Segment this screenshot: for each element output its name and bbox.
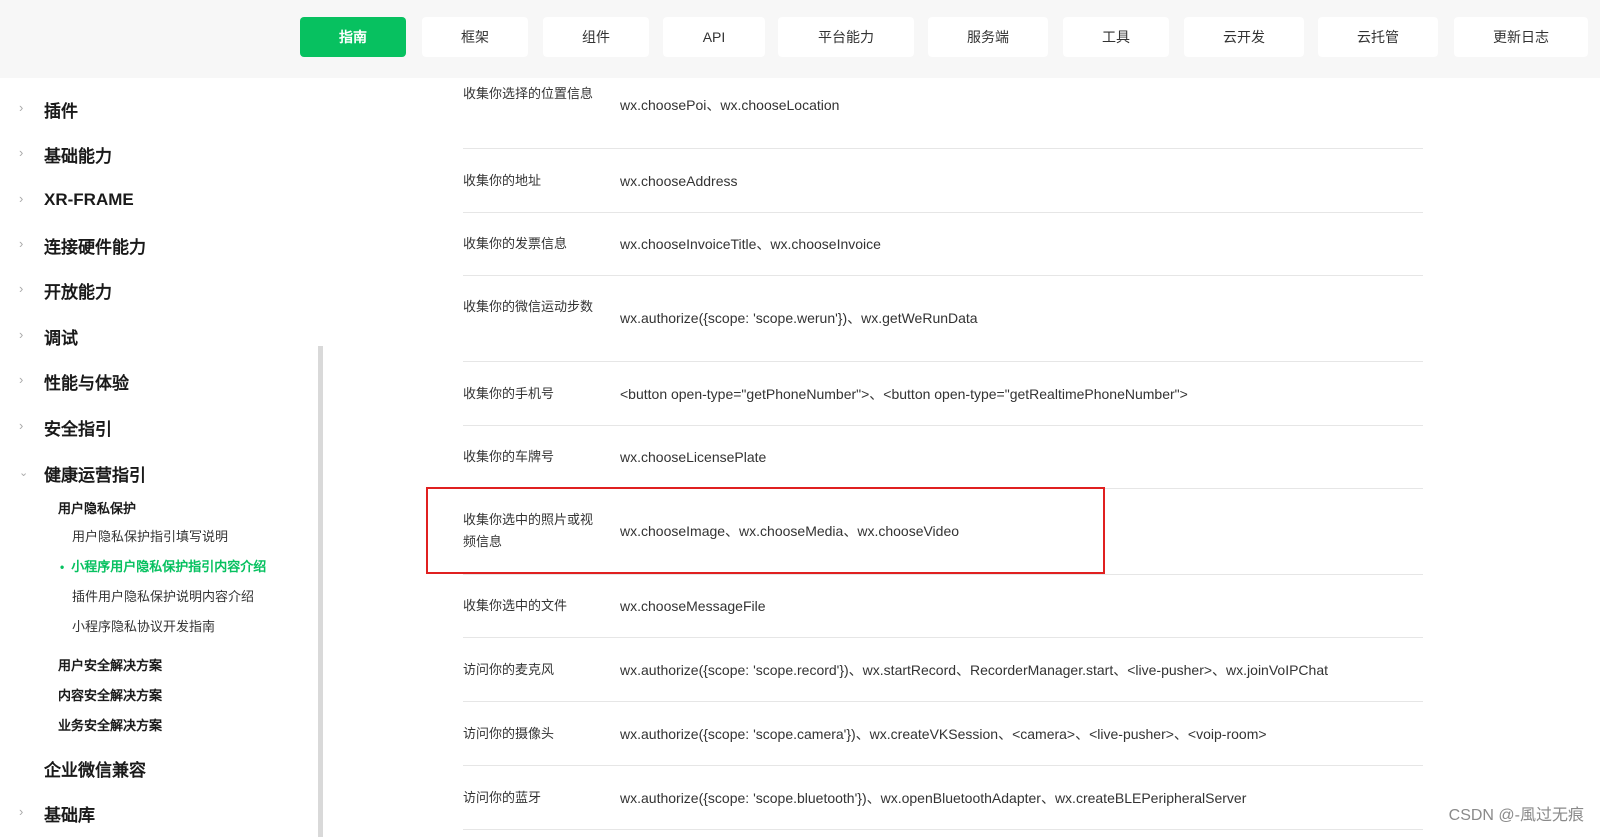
table-cell-scope: 收集你选择的位置信息: [463, 86, 594, 101]
tab-framework[interactable]: 框架: [422, 17, 528, 57]
sidebar: › 插件 › 基础能力 › XR-FRAME › 连接硬件能力 › 开放能力 ›…: [0, 78, 320, 837]
table-cell-scope: 收集你选中的文件: [463, 598, 568, 613]
table-row: 收集你选中的文件 wx.chooseMessageFile: [463, 575, 1423, 638]
sidebar-group-user-security[interactable]: 用户安全解决方案: [58, 655, 162, 674]
table-cell-apis: wx.chooseLicensePlate: [620, 449, 767, 465]
table-row: 收集你选中的照片或视频信息 wx.chooseImage、wx.chooseMe…: [463, 489, 1423, 575]
table-cell-apis: wx.chooseAddress: [620, 173, 738, 189]
sidebar-item-debug[interactable]: › 调试: [0, 324, 310, 348]
sidebar-group-business-security[interactable]: 业务安全解决方案: [58, 715, 162, 734]
sidebar-item-health-operations[interactable]: ⌄ 健康运营指引: [0, 461, 310, 485]
table-row: 收集你的微信运动步数 wx.authorize({scope: 'scope.w…: [463, 276, 1423, 362]
table-cell-apis: wx.chooseInvoiceTitle、wx.chooseInvoice: [620, 236, 881, 252]
sidebar-item-label: 健康运营指引: [44, 465, 146, 485]
tab-changelog[interactable]: 更新日志: [1454, 17, 1588, 57]
sidebar-item-label: 开放能力: [44, 282, 112, 302]
chevron-right-icon: ›: [19, 372, 24, 387]
sidebar-item-performance[interactable]: › 性能与体验: [0, 369, 310, 393]
sidebar-item-label: 性能与体验: [44, 373, 129, 393]
sidebar-item-plugins[interactable]: › 插件: [0, 97, 310, 121]
table-row: 收集你的手机号 <button open-type="getPhoneNumbe…: [463, 362, 1423, 426]
sidebar-item-hardware[interactable]: › 连接硬件能力: [0, 233, 310, 257]
tab-cloud-hosting[interactable]: 云托管: [1318, 17, 1438, 57]
watermark: CSDN @-風过无痕: [1448, 807, 1584, 824]
sidebar-item-label: 基础能力: [44, 146, 112, 166]
table-cell-apis: wx.chooseImage、wx.chooseMedia、wx.chooseV…: [620, 523, 960, 539]
table-cell-scope: 访问你的麦克风: [463, 662, 555, 677]
chevron-right-icon: ›: [19, 327, 24, 342]
table-cell-scope: 访问你的摄像头: [463, 726, 555, 741]
chevron-right-icon: ›: [19, 145, 24, 160]
table-cell-apis: wx.authorize({scope: 'scope.werun'})、wx.…: [620, 310, 978, 326]
chevron-right-icon: ›: [19, 191, 24, 206]
active-bullet-icon: •: [60, 560, 65, 574]
sidebar-item-label: 企业微信兼容: [44, 760, 146, 780]
table-cell-scope: 访问你的蓝牙: [463, 790, 542, 805]
sidebar-item-label: 连接硬件能力: [44, 237, 146, 257]
sidebar-group-user-privacy[interactable]: 用户隐私保护: [58, 498, 136, 517]
table-cell-apis: wx.authorize({scope: 'scope.record'})、wx…: [620, 662, 1328, 678]
top-navigation-bar: 指南 框架 组件 API 平台能力 服务端 工具 云开发 云托管 更新日志: [0, 0, 1600, 78]
table-cell-scope: 收集你的地址: [463, 173, 542, 188]
sidebar-item-security[interactable]: › 安全指引: [0, 415, 310, 439]
sidebar-item-base-library[interactable]: › 基础库: [0, 801, 310, 825]
sidebar-item-basic-capabilities[interactable]: › 基础能力: [0, 142, 310, 166]
sidebar-item-label: 安全指引: [44, 419, 112, 439]
sidebar-link-plugin-privacy[interactable]: 插件用户隐私保护说明内容介绍: [72, 586, 254, 605]
sidebar-group-content-security[interactable]: 内容安全解决方案: [58, 685, 162, 704]
table-cell-scope: 收集你的车牌号: [463, 449, 555, 464]
table-row: 访问你的麦克风 wx.authorize({scope: 'scope.reco…: [463, 638, 1423, 702]
main-content: 收集你选择的位置信息 wx.choosePoi、wx.chooseLocatio…: [323, 78, 1600, 837]
table-cell-apis: wx.authorize({scope: 'scope.bluetooth'})…: [620, 790, 1247, 806]
table-cell-scope: 收集你的发票信息: [463, 236, 568, 251]
table-row: 访问你的蓝牙 wx.authorize({scope: 'scope.bluet…: [463, 766, 1423, 830]
chevron-down-icon: ⌄: [19, 467, 29, 479]
tab-guide[interactable]: 指南: [300, 17, 406, 57]
chevron-right-icon: ›: [19, 236, 24, 251]
sidebar-link-privacy-guide-content[interactable]: • 小程序用户隐私保护指引内容介绍: [60, 556, 266, 575]
chevron-right-icon: ›: [19, 281, 24, 296]
sidebar-link-label: 小程序用户隐私保护指引内容介绍: [71, 559, 267, 574]
sidebar-item-label: XR-FRAME: [44, 190, 134, 209]
sidebar-item-label: 插件: [44, 101, 78, 121]
table-cell-apis: <button open-type="getPhoneNumber">、<but…: [620, 386, 1188, 402]
sidebar-item-wecom-compat[interactable]: 企业微信兼容: [0, 756, 310, 780]
tab-api[interactable]: API: [663, 17, 765, 57]
sidebar-item-label: 调试: [44, 328, 78, 348]
tab-server[interactable]: 服务端: [928, 17, 1048, 57]
tab-cloud-dev[interactable]: 云开发: [1184, 17, 1304, 57]
table-cell-apis: wx.choosePoi、wx.chooseLocation: [620, 97, 840, 113]
chevron-right-icon: ›: [19, 100, 24, 115]
tab-platform-capabilities[interactable]: 平台能力: [778, 17, 914, 57]
sidebar-link-privacy-guide-fill[interactable]: 用户隐私保护指引填写说明: [72, 526, 228, 545]
table-cell-scope: 收集你选中的照片或视频信息: [463, 512, 594, 549]
sidebar-item-open-capabilities[interactable]: › 开放能力: [0, 278, 310, 302]
table-cell-scope: 收集你的微信运动步数: [463, 299, 594, 314]
table-cell-scope: 收集你的手机号: [463, 386, 555, 401]
table-cell-apis: wx.chooseMessageFile: [620, 598, 766, 614]
table-cell-apis: wx.authorize({scope: 'scope.camera'})、wx…: [620, 726, 1267, 742]
table-row: 访问你的摄像头 wx.authorize({scope: 'scope.came…: [463, 702, 1423, 766]
tab-tools[interactable]: 工具: [1063, 17, 1169, 57]
table-row: 收集你选择的位置信息 wx.choosePoi、wx.chooseLocatio…: [463, 78, 1423, 149]
table-row: 收集你的地址 wx.chooseAddress: [463, 149, 1423, 213]
table-row: 收集你的发票信息 wx.chooseInvoiceTitle、wx.choose…: [463, 213, 1423, 276]
table-row: 收集你的车牌号 wx.chooseLicensePlate: [463, 426, 1423, 489]
chevron-right-icon: ›: [19, 804, 24, 819]
sidebar-item-xr-frame[interactable]: › XR-FRAME: [0, 188, 310, 212]
tab-components[interactable]: 组件: [543, 17, 649, 57]
sidebar-link-privacy-agreement-dev[interactable]: 小程序隐私协议开发指南: [72, 616, 215, 635]
sidebar-item-label: 基础库: [44, 805, 95, 825]
chevron-right-icon: ›: [19, 418, 24, 433]
